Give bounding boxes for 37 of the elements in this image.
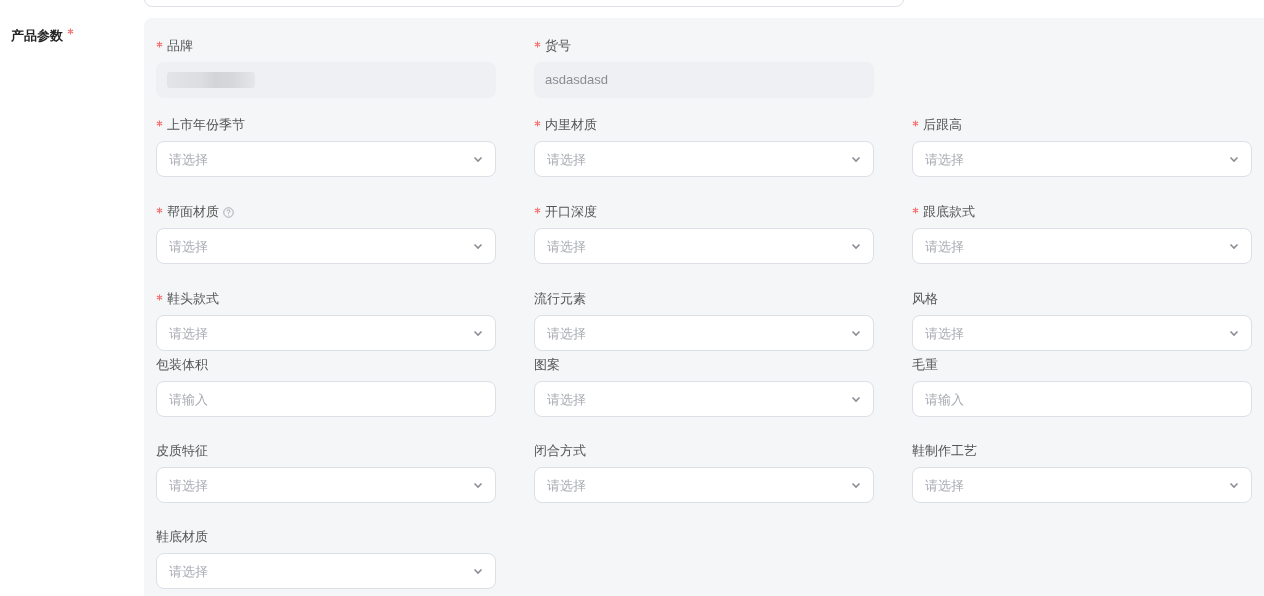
field-label: 图案 xyxy=(534,356,560,375)
select-field[interactable]: 请选择 xyxy=(534,141,874,177)
select-field[interactable]: 请选择 xyxy=(912,141,1252,177)
select-field[interactable]: 请选择 xyxy=(156,141,496,177)
field-label: 货号 xyxy=(545,37,571,56)
field-label: 品牌 xyxy=(167,37,193,56)
field-label: 毛重 xyxy=(912,356,938,375)
field-label: 流行元素 xyxy=(534,290,586,309)
input-field[interactable]: asdasdasd xyxy=(534,62,874,98)
field-label: 闭合方式 xyxy=(534,442,586,461)
select-field[interactable]: 请选择 xyxy=(534,228,874,264)
select-field[interactable]: 请选择 xyxy=(156,315,496,351)
field-label: 鞋头款式 xyxy=(167,290,219,309)
select-field[interactable]: 请选择 xyxy=(156,553,496,589)
select-field[interactable]: 请选择 xyxy=(912,315,1252,351)
select-field[interactable]: 请选择 xyxy=(156,228,496,264)
field-label: 内里材质 xyxy=(545,116,597,135)
input-field[interactable]: 请输入 xyxy=(156,381,496,417)
field-label: 鞋底材质 xyxy=(156,528,208,547)
field-label: 皮质特征 xyxy=(156,442,208,461)
field-label: 上市年份季节 xyxy=(167,116,245,135)
select-field[interactable]: 请选择 xyxy=(534,467,874,503)
input-field[interactable]: 请输入 xyxy=(912,381,1252,417)
input-field[interactable] xyxy=(156,62,496,98)
field-label: 开口深度 xyxy=(545,203,597,222)
select-field[interactable]: 请选择 xyxy=(912,467,1252,503)
select-field[interactable]: 请选择 xyxy=(534,381,874,417)
field-label: 跟底款式 xyxy=(923,203,975,222)
select-field[interactable]: 请选择 xyxy=(534,315,874,351)
field-label: 帮面材质 xyxy=(167,203,219,222)
field-label: 后跟高 xyxy=(923,116,962,135)
field-label: 鞋制作工艺 xyxy=(912,442,977,461)
select-field[interactable]: 请选择 xyxy=(156,467,496,503)
field-label: 包装体积 xyxy=(156,356,208,375)
select-field[interactable]: 请选择 xyxy=(912,228,1252,264)
field-label: 风格 xyxy=(912,290,938,309)
section-label: 产品参数 xyxy=(11,27,63,45)
